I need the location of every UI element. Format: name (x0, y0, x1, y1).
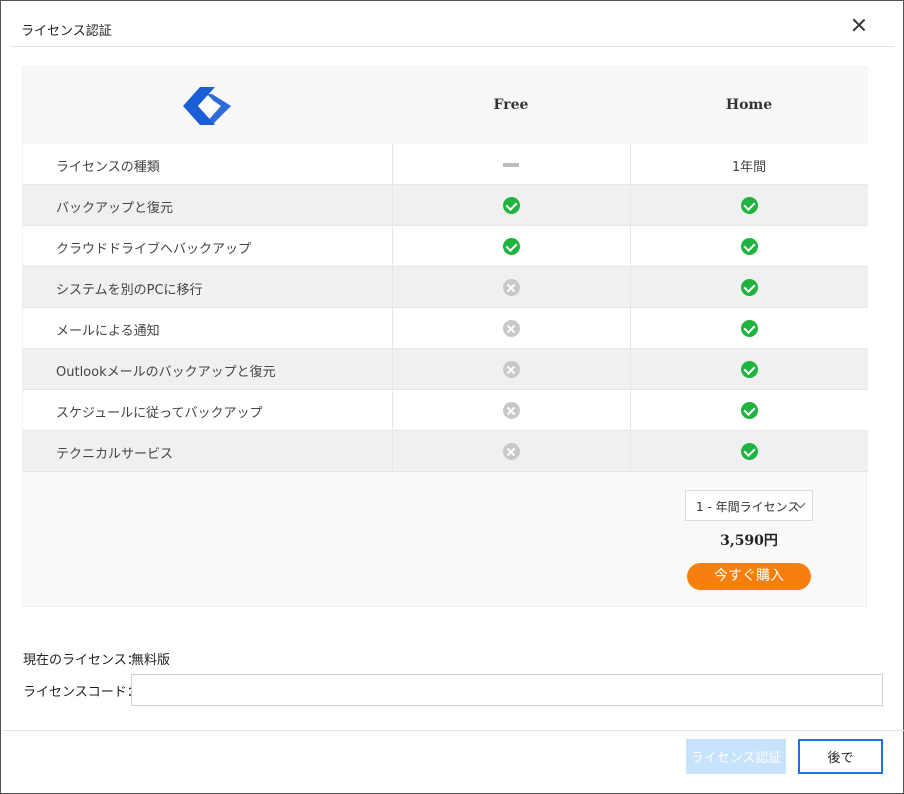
license-term: 1年間 (731, 160, 767, 175)
check-icon (740, 361, 758, 378)
check-icon (740, 279, 758, 296)
license-type-select[interactable]: 1 - 年間ライセンス (685, 490, 813, 521)
table-row: Outlookメールのバックアップと復元 (23, 349, 868, 390)
row-label: バックアップと復元 (56, 201, 174, 216)
license-dialog: ライセンス認証 Free Home ライセンスの種類 1年間 バックアップと復元… (0, 0, 904, 794)
feature-rows: ライセンスの種類 1年間 バックアップと復元クラウドドライブへバックアップ システ… (23, 144, 868, 472)
check-icon (502, 238, 520, 255)
cross-icon (502, 279, 520, 296)
current-license-label: 現在のライセンス： (23, 653, 140, 668)
license-code-label: ライセンスコード： (23, 685, 140, 700)
row-label: システムを別のPCに移行 (56, 283, 203, 298)
table-row: ライセンスの種類 1年間 (23, 144, 868, 185)
later-button[interactable]: 後で (798, 739, 883, 774)
easeus-logo-icon (183, 87, 231, 125)
column-home: Home (725, 97, 773, 113)
footer-divider (2, 730, 904, 731)
buy-now-button[interactable]: 今すぐ購入 (687, 563, 811, 590)
check-icon (740, 197, 758, 214)
table-row: バックアップと復元 (23, 185, 868, 226)
dash-icon (503, 162, 519, 167)
license-type-value: 1 - 年間ライセンス (696, 500, 800, 514)
table-header: Free Home (23, 67, 868, 144)
title-bar: ライセンス認証 (11, 1, 894, 47)
check-icon (740, 443, 758, 460)
close-icon[interactable] (850, 16, 868, 34)
cross-icon (502, 443, 520, 460)
cross-icon (502, 402, 520, 419)
column-free: Free (493, 97, 529, 113)
table-row: テクニカルサービス (23, 431, 868, 472)
comparison-table: Free Home ライセンスの種類 1年間 バックアップと復元クラウドドライブ… (22, 66, 868, 607)
cross-icon (502, 320, 520, 337)
row-label: ライセンスの種類 (56, 160, 160, 175)
check-icon (502, 197, 520, 214)
check-icon (740, 402, 758, 419)
row-label: クラウドドライブへバックアップ (56, 242, 252, 257)
check-icon (740, 238, 758, 255)
table-row: メールによる通知 (23, 308, 868, 349)
row-label: Outlookメールのバックアップと復元 (56, 365, 276, 380)
current-license-value: 無料版 (131, 653, 171, 668)
row-label: テクニカルサービス (56, 447, 174, 462)
activate-license-button[interactable]: ライセンス認証 (686, 739, 786, 774)
row-label: メールによる通知 (56, 324, 160, 339)
row-label: スケジュールに従ってバックアップ (56, 406, 263, 421)
price: 3,590円 (720, 533, 778, 549)
cross-icon (502, 361, 520, 378)
table-row: クラウドドライブへバックアップ (23, 226, 868, 267)
dialog-title: ライセンス認証 (21, 24, 112, 39)
table-row: システムを別のPCに移行 (23, 267, 868, 308)
license-code-input[interactable] (131, 674, 883, 706)
check-icon (740, 320, 758, 337)
table-row: スケジュールに従ってバックアップ (23, 390, 868, 431)
